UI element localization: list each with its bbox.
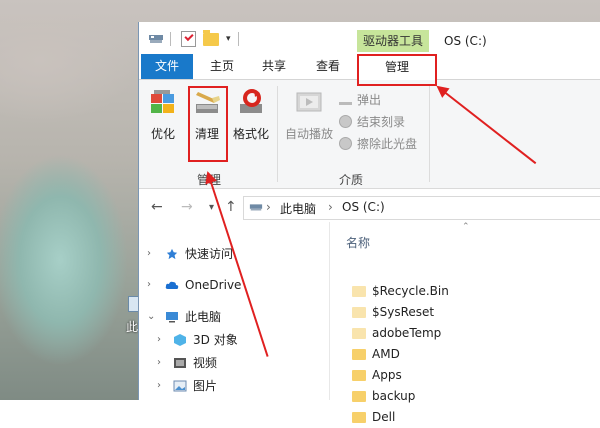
- autoplay-icon: [296, 92, 322, 112]
- drive-tools-context-label: 驱动器工具: [357, 30, 429, 52]
- optimize-icon: [151, 90, 174, 113]
- chevron-down-icon: ⌄: [147, 311, 156, 322]
- erase-disc-label: 擦除此光盘: [357, 137, 418, 151]
- nav-item-videos[interactable]: › 视频: [139, 353, 329, 373]
- recent-locations-dropdown[interactable]: ▾: [209, 202, 214, 213]
- pictures-icon: [173, 380, 187, 392]
- tab-view[interactable]: 查看: [303, 54, 353, 79]
- forward-button[interactable]: →: [181, 199, 193, 215]
- nav-label: 此电脑: [185, 310, 222, 324]
- disc-icon: [339, 115, 352, 128]
- file-name: $SysReset: [372, 305, 435, 319]
- file-row[interactable]: $Recycle.Bin: [352, 281, 449, 302]
- breadcrumb-this-pc[interactable]: 此电脑: [280, 200, 316, 217]
- chevron-right-icon: ›: [157, 357, 161, 368]
- file-row[interactable]: AMD: [352, 344, 400, 365]
- quick-access-dropdown-icon[interactable]: ▾: [226, 34, 231, 50]
- ribbon-group-divider: [429, 86, 430, 182]
- file-row[interactable]: adobeTemp: [352, 323, 441, 344]
- format-button[interactable]: 格式化: [231, 88, 271, 142]
- file-name: adobeTemp: [372, 326, 442, 340]
- address-field[interactable]: › 此电脑 › OS (C:): [243, 196, 600, 220]
- eject-icon: [339, 93, 352, 105]
- file-name: $Recycle.Bin: [372, 284, 449, 298]
- nav-label: 视频: [193, 356, 218, 370]
- chevron-right-icon: ›: [147, 279, 151, 290]
- title-bar: ▾ 驱动器工具 OS (C:): [139, 22, 600, 54]
- optimize-label: 优化: [150, 127, 175, 141]
- file-name: Apps: [372, 368, 402, 382]
- chevron-right-icon: ›: [157, 380, 161, 391]
- folder-icon: [352, 370, 366, 381]
- nav-label: OneDrive: [185, 278, 242, 292]
- properties-icon[interactable]: [181, 31, 196, 47]
- file-name: Dell: [372, 410, 396, 424]
- nav-item-onedrive[interactable]: › OneDrive: [139, 275, 329, 295]
- column-header-name[interactable]: 名称: [346, 234, 370, 251]
- optimize-button[interactable]: 优化: [143, 88, 183, 142]
- ribbon-group-divider: [277, 86, 278, 182]
- address-pc-icon: [249, 204, 263, 211]
- navigation-pane: › 快速访问 › OneDrive ⌄ 此电脑 › 3D 对象 › 视频 › 图…: [139, 222, 329, 400]
- annotation-box-manage-tab: [357, 54, 437, 86]
- nav-item-this-pc[interactable]: ⌄ 此电脑: [139, 307, 329, 327]
- file-row[interactable]: $SysReset: [352, 302, 434, 323]
- eject-label: 弹出: [357, 93, 382, 107]
- breadcrumb-drive[interactable]: OS (C:): [342, 200, 385, 214]
- file-row[interactable]: backup: [352, 386, 415, 407]
- tab-home[interactable]: 主页: [199, 54, 245, 79]
- nav-label: 图片: [193, 379, 218, 393]
- group-label-media: 介质: [339, 173, 364, 187]
- video-icon: [174, 358, 186, 368]
- autoplay-button[interactable]: 自动播放: [281, 88, 337, 142]
- eject-button[interactable]: 弹出: [339, 90, 381, 110]
- folder-icon: [352, 328, 366, 339]
- window-title: OS (C:): [444, 34, 487, 48]
- cloud-icon: [165, 281, 179, 289]
- chevron-right-icon: ›: [157, 334, 161, 345]
- up-button[interactable]: ↑: [225, 199, 237, 215]
- file-row[interactable]: Apps: [352, 365, 402, 386]
- computer-icon: [166, 312, 178, 323]
- sort-ascending-icon: ⌃: [462, 222, 470, 232]
- content-area: › 快速访问 › OneDrive ⌄ 此电脑 › 3D 对象 › 视频 › 图…: [139, 222, 600, 424]
- autoplay-label: 自动播放: [284, 127, 333, 141]
- format-icon: [240, 89, 262, 113]
- breadcrumb-separator: ›: [266, 200, 271, 214]
- address-bar-row: ← → ▾ ↑ › 此电脑 › OS (C:): [139, 195, 600, 221]
- this-pc-icon: [149, 35, 163, 43]
- nav-label: 3D 对象: [193, 333, 238, 347]
- nav-label: 快速访问: [185, 247, 234, 261]
- tab-file[interactable]: 文件: [141, 54, 193, 79]
- file-list-pane: ⌃ 名称 $Recycle.Bin $SysReset adobeTemp AM…: [330, 222, 600, 424]
- tab-share[interactable]: 共享: [249, 54, 299, 79]
- 3d-objects-icon: [174, 334, 186, 346]
- quick-access-separator: [238, 32, 239, 46]
- chevron-right-icon: ›: [147, 248, 151, 259]
- new-folder-icon[interactable]: [203, 30, 219, 46]
- breadcrumb-separator: ›: [328, 200, 333, 214]
- folder-icon: [352, 349, 366, 360]
- nav-item-3d-objects[interactable]: › 3D 对象: [139, 330, 329, 350]
- back-button[interactable]: ←: [151, 199, 163, 215]
- disc-erase-icon: [339, 137, 352, 150]
- folder-icon: [352, 286, 366, 297]
- file-row[interactable]: Dell: [352, 407, 395, 428]
- finish-burning-label: 结束刻录: [357, 115, 406, 129]
- nav-item-pictures[interactable]: › 图片: [139, 376, 329, 396]
- quick-access-separator: [170, 32, 171, 46]
- folder-icon: [352, 412, 366, 423]
- file-name: AMD: [372, 347, 400, 361]
- folder-icon: [352, 391, 366, 402]
- format-label: 格式化: [232, 127, 269, 141]
- star-icon: [166, 248, 178, 260]
- erase-disc-button[interactable]: 擦除此光盘: [339, 134, 417, 154]
- file-name: backup: [372, 389, 416, 403]
- annotation-box-cleanup: [188, 86, 228, 162]
- finish-burning-button[interactable]: 结束刻录: [339, 112, 405, 132]
- folder-icon: [352, 307, 366, 318]
